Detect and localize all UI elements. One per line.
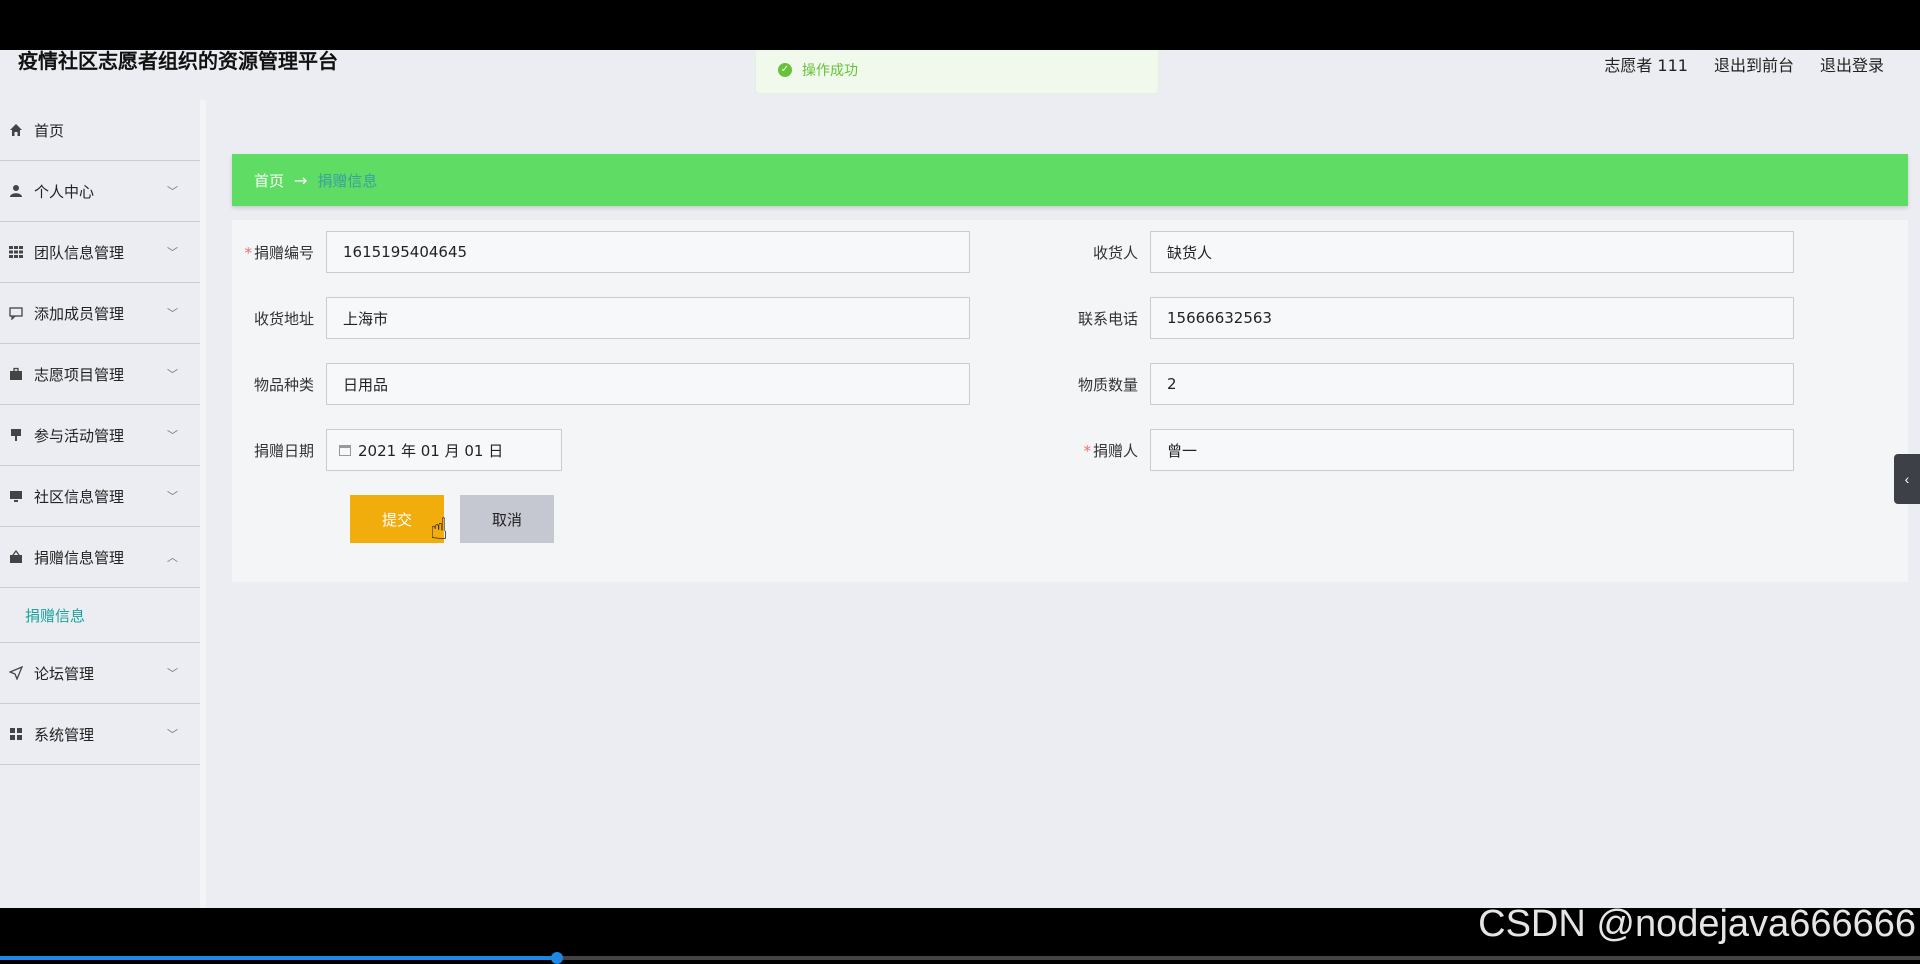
required-asterisk: * [244, 243, 252, 262]
cancel-button[interactable]: 取消 [460, 495, 554, 543]
quantity-input[interactable]: 2 [1150, 363, 1794, 405]
sidebar-item-label: 个人中心 [34, 182, 95, 201]
monitor-icon [8, 488, 24, 504]
sidebar-item-team-info[interactable]: 团队信息管理 ﹀ [0, 222, 200, 283]
box-icon [8, 549, 24, 565]
field-date: 捐赠日期 2021 年 01 月 01 日 [232, 428, 562, 472]
home-icon [8, 122, 24, 138]
sidebar-item-label: 社区信息管理 [34, 487, 125, 506]
sidebar-subitem-donation-info[interactable]: 捐赠信息 [0, 588, 200, 643]
success-toast: ✓ 操作成功 [755, 50, 1159, 94]
video-progress-knob[interactable] [550, 952, 563, 964]
chevron-down-icon: ﹀ [167, 185, 178, 198]
chevron-up-icon: ︿ [167, 551, 178, 564]
receiver-input[interactable]: 缺货人 [1150, 231, 1794, 273]
send-icon [8, 665, 24, 681]
breadcrumb-home[interactable]: 首页 [254, 170, 284, 191]
field-label: * 捐赠人 [1083, 441, 1138, 460]
field-donor: * 捐赠人 曾一 [1056, 428, 1794, 472]
header-links: 志愿者 111 退出到前台 退出登录 [1604, 52, 1884, 76]
chevron-down-icon: ﹀ [167, 728, 178, 741]
field-category: 物品种类 日用品 [232, 362, 970, 406]
sidebar-item-label: 系统管理 [34, 725, 95, 744]
sidebar-item-system[interactable]: 系统管理 ﹀ [0, 704, 200, 765]
chevron-down-icon: ﹀ [167, 429, 178, 442]
date-picker[interactable]: 2021 年 01 月 01 日 [326, 429, 562, 471]
required-asterisk: * [1083, 441, 1091, 460]
address-input[interactable]: 上海市 [326, 297, 970, 339]
field-label: 收货地址 [253, 309, 314, 328]
video-progress-fill [0, 956, 557, 960]
donation-no-input[interactable]: 1615195404645 [326, 231, 970, 273]
main-content: 首页 → 捐赠信息 * 捐赠编号 1615195404645 收货人 缺货人 收货… [206, 100, 1920, 908]
sidebar-item-label: 添加成员管理 [34, 304, 125, 323]
grid-icon [8, 244, 24, 260]
front-link[interactable]: 退出到前台 [1714, 52, 1794, 76]
hand-cursor-icon: ☝ [430, 513, 449, 546]
video-top-letterbox [0, 0, 1920, 50]
sidebar-item-community[interactable]: 社区信息管理 ﹀ [0, 466, 200, 527]
sidebar-item-label: 捐赠信息管理 [34, 548, 125, 567]
field-address: 收货地址 上海市 [232, 296, 970, 340]
chevron-down-icon: ﹀ [167, 667, 178, 680]
sidebar-item-volunteer-project[interactable]: 志愿项目管理 ﹀ [0, 344, 200, 405]
user-label: 志愿者 111 [1604, 56, 1688, 75]
sidebar-item-label: 首页 [34, 121, 65, 140]
chevron-down-icon: ﹀ [167, 246, 178, 259]
sidebar: 首页 个人中心 ﹀ 团队信息管理 ﹀ 添加成员管理 ﹀ 志愿项目管理 ﹀ 参与活… [0, 100, 206, 908]
app-title: 疫情社区志愿者组织的资源管理平台 [18, 50, 338, 73]
collapse-tab-chevron-left-icon[interactable]: ‹ [1894, 454, 1920, 504]
field-label: 收货人 [1092, 243, 1138, 262]
date-value: 2021 年 01 月 01 日 [358, 441, 504, 460]
field-quantity: 物质数量 2 [1056, 362, 1794, 406]
briefcase-icon [8, 366, 24, 382]
message-icon [8, 305, 24, 321]
breadcrumb-current: 捐赠信息 [317, 171, 378, 190]
breadcrumb: 首页 → 捐赠信息 [232, 154, 1908, 206]
sidebar-item-personal-center[interactable]: 个人中心 ﹀ [0, 161, 200, 222]
video-progress-bar[interactable] [0, 952, 1920, 964]
field-label: * 捐赠编号 [244, 243, 314, 262]
sidebar-item-home[interactable]: 首页 [0, 100, 200, 161]
field-donation-no: * 捐赠编号 1615195404645 [232, 230, 970, 274]
app-window: 疫情社区志愿者组织的资源管理平台 志愿者 111 退出到前台 退出登录 ✓ 操作… [0, 50, 1920, 908]
user-icon [8, 183, 24, 199]
chevron-down-icon: ﹀ [167, 307, 178, 320]
sidebar-item-member-add[interactable]: 添加成员管理 ﹀ [0, 283, 200, 344]
donor-input[interactable]: 曾一 [1150, 429, 1794, 471]
flag-icon [8, 427, 24, 443]
category-input[interactable]: 日用品 [326, 363, 970, 405]
donation-form: * 捐赠编号 1615195404645 收货人 缺货人 收货地址 上海市 联系电… [232, 220, 1908, 582]
check-circle-icon: ✓ [778, 63, 792, 77]
field-phone: 联系电话 15666632563 [1056, 296, 1794, 340]
field-label: 物质数量 [1077, 375, 1138, 394]
sidebar-item-label: 团队信息管理 [34, 243, 125, 262]
toast-message: 操作成功 [802, 63, 858, 79]
watermark: CSDN @nodejava666666 [1478, 903, 1916, 945]
phone-input[interactable]: 15666632563 [1150, 297, 1794, 339]
sidebar-item-forum[interactable]: 论坛管理 ﹀ [0, 643, 200, 704]
arrow-right-icon: → [294, 170, 308, 190]
chevron-down-icon: ﹀ [167, 368, 178, 381]
logout-link[interactable]: 退出登录 [1820, 52, 1884, 76]
field-label: 联系电话 [1077, 309, 1138, 328]
field-label: 捐赠日期 [253, 441, 314, 460]
field-receiver: 收货人 缺货人 [1056, 230, 1794, 274]
apps-icon [8, 726, 24, 742]
calendar-icon [339, 444, 351, 456]
sidebar-item-donation[interactable]: 捐赠信息管理 ︿ [0, 527, 200, 588]
sidebar-item-activity[interactable]: 参与活动管理 ﹀ [0, 405, 200, 466]
field-label: 物品种类 [253, 375, 314, 394]
sidebar-item-label: 参与活动管理 [34, 426, 125, 445]
sidebar-item-label: 志愿项目管理 [34, 365, 125, 384]
chevron-down-icon: ﹀ [167, 490, 178, 503]
sidebar-item-label: 论坛管理 [34, 664, 95, 683]
